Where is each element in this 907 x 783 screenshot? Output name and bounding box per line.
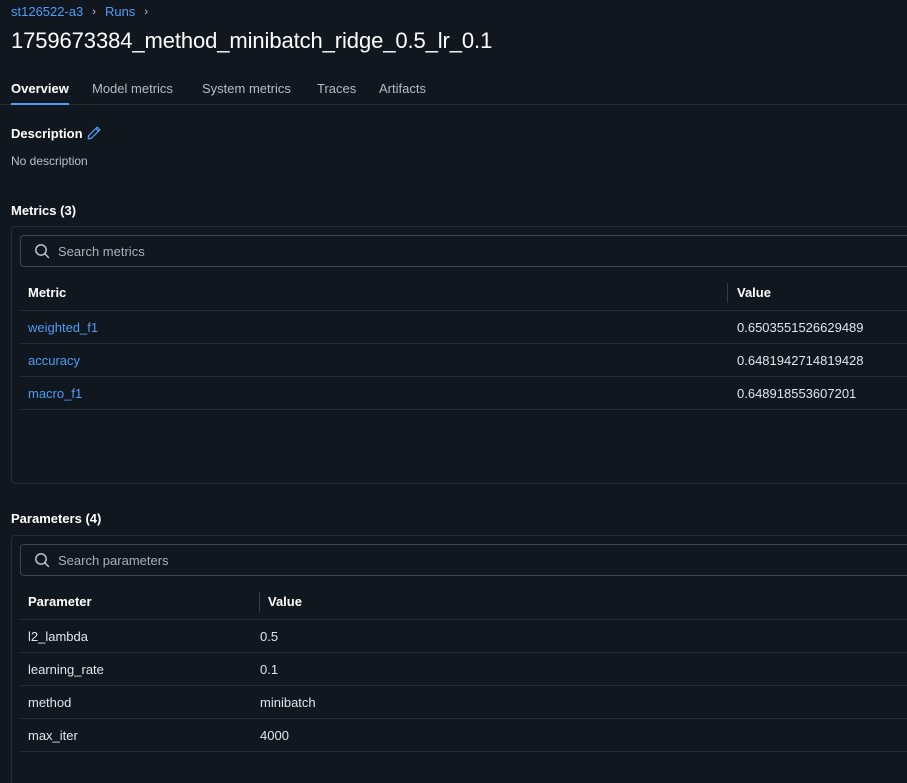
description-heading: Description	[11, 126, 83, 141]
metrics-table-header: Metric Value	[20, 277, 907, 311]
table-row: method minibatch	[20, 686, 907, 719]
table-row: accuracy 0.6481942714819428	[20, 344, 907, 377]
breadcrumb-experiment-link[interactable]: st126522-a3	[11, 4, 83, 19]
table-row: learning_rate 0.1	[20, 653, 907, 686]
metric-name-link[interactable]: accuracy	[28, 353, 80, 368]
parameters-search-input[interactable]	[58, 552, 858, 568]
column-resize-handle[interactable]	[727, 283, 728, 303]
breadcrumb-runs-link[interactable]: Runs	[105, 4, 135, 19]
column-header-parameter[interactable]: Parameter	[28, 594, 92, 609]
metrics-table: Metric Value weighted_f1 0.6503551526629…	[20, 277, 907, 410]
column-header-value[interactable]: Value	[737, 285, 771, 300]
parameter-name: learning_rate	[28, 662, 104, 677]
parameters-panel: Parameter Value l2_lambda 0.5 learning_r…	[11, 535, 907, 783]
table-row: macro_f1 0.648918553607201	[20, 377, 907, 410]
column-header-value[interactable]: Value	[268, 594, 302, 609]
run-overview-page: st126522-a3 › Runs › 1759673384_method_m…	[0, 0, 907, 783]
tab-bar: Overview Model metrics System metrics Tr…	[0, 77, 907, 105]
search-icon	[35, 244, 50, 259]
breadcrumb: st126522-a3 › Runs ›	[11, 4, 157, 19]
parameter-value: 4000	[260, 728, 289, 743]
tab-traces[interactable]: Traces	[317, 81, 356, 105]
parameter-name: max_iter	[28, 728, 78, 743]
chevron-right-icon: ›	[92, 5, 96, 18]
page-title: 1759673384_method_minibatch_ridge_0.5_lr…	[11, 28, 493, 53]
parameter-name: method	[28, 695, 72, 710]
tab-overview[interactable]: Overview	[11, 81, 69, 105]
tab-model-metrics[interactable]: Model metrics	[92, 81, 173, 105]
metrics-heading: Metrics (3)	[11, 203, 77, 218]
metrics-search-box[interactable]	[20, 235, 907, 267]
search-icon	[35, 553, 50, 568]
parameter-value: 0.5	[260, 629, 279, 644]
metric-name-link[interactable]: weighted_f1	[28, 320, 98, 335]
parameters-table-header: Parameter Value	[20, 586, 907, 620]
column-resize-handle[interactable]	[259, 592, 260, 612]
column-header-metric[interactable]: Metric	[28, 285, 66, 300]
table-row: weighted_f1 0.6503551526629489	[20, 311, 907, 344]
parameters-search-box[interactable]	[20, 544, 907, 576]
metric-name-link[interactable]: macro_f1	[28, 386, 82, 401]
pencil-icon[interactable]	[86, 125, 102, 146]
metrics-search-input[interactable]	[58, 243, 858, 259]
metric-value: 0.6481942714819428	[737, 353, 864, 368]
metrics-panel: Metric Value weighted_f1 0.6503551526629…	[11, 226, 907, 484]
parameters-table: Parameter Value l2_lambda 0.5 learning_r…	[20, 586, 907, 752]
parameter-name: l2_lambda	[28, 629, 88, 644]
parameter-value: 0.1	[260, 662, 279, 677]
parameter-value: minibatch	[260, 695, 316, 710]
table-row: max_iter 4000	[20, 719, 907, 752]
tab-artifacts[interactable]: Artifacts	[379, 81, 426, 105]
table-row: l2_lambda 0.5	[20, 620, 907, 653]
chevron-right-icon: ›	[144, 5, 148, 18]
parameters-heading: Parameters (4)	[11, 511, 102, 526]
metric-value: 0.6503551526629489	[737, 320, 864, 335]
tab-system-metrics[interactable]: System metrics	[202, 81, 291, 105]
metric-value: 0.648918553607201	[737, 386, 857, 401]
description-text: No description	[11, 154, 88, 168]
